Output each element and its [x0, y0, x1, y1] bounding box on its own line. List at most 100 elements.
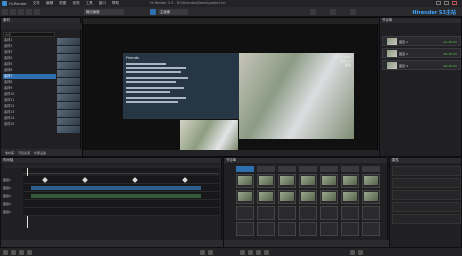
cue-cell[interactable]: [257, 174, 275, 188]
media-thumbnail[interactable]: [57, 78, 80, 85]
clip-bar[interactable]: [31, 194, 201, 198]
media-item[interactable]: 素材14: [3, 116, 56, 121]
cue-cell[interactable]: [257, 206, 275, 220]
cue-column-header[interactable]: [299, 166, 317, 172]
media-item[interactable]: 素材8: [3, 80, 56, 85]
layout-select[interactable]: 主画面: [158, 9, 188, 15]
tab-library[interactable]: 素材库: [5, 151, 14, 155]
property-row[interactable]: [392, 178, 461, 188]
property-row[interactable]: [392, 202, 461, 212]
open-icon[interactable]: [10, 9, 16, 15]
timeline-ruler[interactable]: [23, 168, 219, 174]
property-row[interactable]: [392, 190, 461, 200]
media-item[interactable]: 素材6: [3, 68, 56, 73]
photo-layer-small[interactable]: [180, 120, 238, 154]
media-item[interactable]: 素材13: [3, 110, 56, 115]
media-item[interactable]: 素材11: [3, 98, 56, 103]
property-row[interactable]: [392, 166, 461, 176]
cue-cell[interactable]: [320, 222, 338, 236]
media-item[interactable]: 素材1: [3, 38, 56, 43]
media-thumbnail[interactable]: [57, 46, 80, 53]
cue-column-header[interactable]: [362, 166, 380, 172]
cue-column-header[interactable]: [320, 166, 338, 172]
play-icon[interactable]: [150, 9, 156, 15]
cue-cell[interactable]: [320, 206, 338, 220]
cue-cell[interactable]: [257, 222, 275, 236]
media-item[interactable]: 素材15: [3, 122, 56, 127]
cue-cell[interactable]: [362, 174, 380, 188]
zoom-out-icon[interactable]: [208, 250, 213, 255]
cue-column-header[interactable]: [236, 166, 254, 172]
keyframe[interactable]: [42, 177, 48, 183]
playlist-row[interactable]: 图层 2 00:35:00: [382, 48, 461, 58]
media-thumbnail[interactable]: [57, 94, 80, 101]
output-icon[interactable]: [310, 9, 316, 15]
media-thumbnail[interactable]: [57, 126, 80, 133]
track[interactable]: [23, 192, 219, 200]
cue-column-header[interactable]: [257, 166, 275, 172]
folder-icon[interactable]: [11, 250, 16, 255]
menu-edit[interactable]: 编辑: [46, 1, 53, 6]
cue-cell[interactable]: [341, 190, 359, 204]
redo-icon[interactable]: [34, 9, 40, 15]
cue-cell[interactable]: [278, 190, 296, 204]
menu-file[interactable]: 文件: [33, 1, 40, 6]
media-item[interactable]: 素材4: [3, 56, 56, 61]
cue-cell[interactable]: [278, 174, 296, 188]
keyframe[interactable]: [132, 177, 138, 183]
cue-cell[interactable]: [236, 206, 254, 220]
settings-icon[interactable]: [330, 9, 336, 15]
cue-cell[interactable]: [320, 174, 338, 188]
tab-program-resources[interactable]: 节目资源: [18, 151, 30, 155]
media-item-selected[interactable]: 素材7: [3, 74, 56, 79]
cue-cell[interactable]: [236, 190, 254, 204]
menu-view[interactable]: 视图: [59, 1, 66, 6]
track[interactable]: [23, 184, 219, 192]
add-icon[interactable]: [240, 250, 245, 255]
cue-cell[interactable]: [341, 206, 359, 220]
cue-cell[interactable]: [299, 174, 317, 188]
photo-layer-main[interactable]: 1920×1080 视频 01 图层: [239, 53, 354, 139]
cue-cell[interactable]: [299, 206, 317, 220]
media-item[interactable]: 素材12: [3, 104, 56, 109]
monitor-icon[interactable]: [350, 9, 356, 15]
preview-canvas[interactable]: Friends 1920×1080 视频 01 图层: [82, 17, 379, 157]
cue-column-header[interactable]: [278, 166, 296, 172]
track[interactable]: [23, 176, 219, 184]
cue-cell[interactable]: [236, 174, 254, 188]
save-icon[interactable]: [18, 9, 24, 15]
media-item[interactable]: 素材3: [3, 50, 56, 55]
menu-window[interactable]: 窗口: [99, 1, 106, 6]
text-layer[interactable]: Friends: [123, 53, 239, 119]
cue-cell[interactable]: [299, 222, 317, 236]
cue-column-header[interactable]: [341, 166, 359, 172]
minimize-icon[interactable]: [436, 1, 441, 5]
media-thumbnail[interactable]: [57, 38, 80, 45]
grid-icon[interactable]: [19, 250, 24, 255]
new-icon[interactable]: [2, 9, 8, 15]
media-thumbnail[interactable]: [57, 110, 80, 117]
cue-cell[interactable]: [341, 222, 359, 236]
keyframe[interactable]: [82, 177, 88, 183]
tab-external-devices[interactable]: 外部设备: [34, 151, 46, 155]
media-thumbnail[interactable]: [57, 86, 80, 93]
maximize-icon[interactable]: [444, 1, 449, 5]
track[interactable]: [23, 200, 219, 208]
track[interactable]: [23, 208, 219, 216]
link-icon[interactable]: [264, 250, 269, 255]
media-item[interactable]: 素材2: [3, 44, 56, 49]
media-thumbnail[interactable]: [57, 70, 80, 77]
cue-cell[interactable]: [362, 206, 380, 220]
menu-present[interactable]: 呈现: [72, 1, 79, 6]
home-icon[interactable]: [3, 250, 8, 255]
cue-cell[interactable]: [299, 190, 317, 204]
media-search-input[interactable]: [3, 32, 55, 37]
zoom-fit-icon[interactable]: [350, 250, 355, 255]
property-row[interactable]: [392, 214, 461, 224]
cue-cell[interactable]: [236, 222, 254, 236]
zoom-in-icon[interactable]: [200, 250, 205, 255]
cue-cell[interactable]: [278, 206, 296, 220]
cue-cell[interactable]: [362, 190, 380, 204]
media-thumbnail[interactable]: [57, 62, 80, 69]
media-item[interactable]: 素材9: [3, 86, 56, 91]
